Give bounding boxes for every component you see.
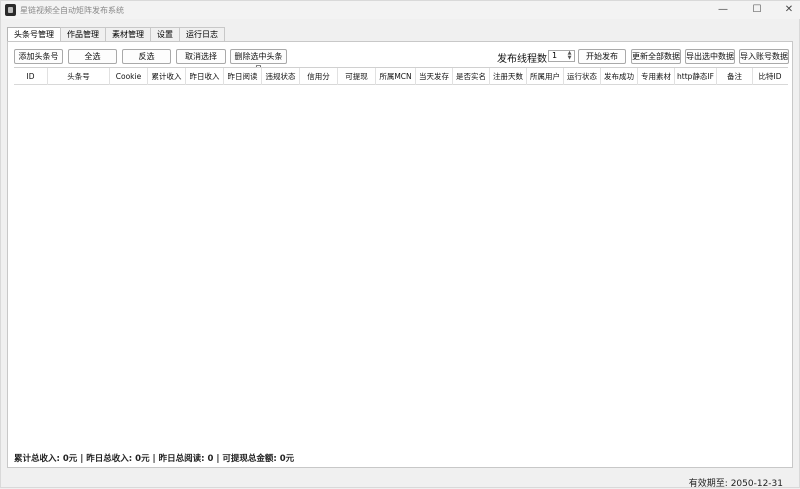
- column-header[interactable]: 信用分: [300, 68, 338, 85]
- select-all-button[interactable]: 全选: [68, 49, 117, 64]
- column-header[interactable]: 当天发存: [416, 68, 453, 85]
- close-icon[interactable]: ✕: [771, 1, 800, 19]
- tab-run-log[interactable]: 运行日志: [179, 27, 225, 41]
- thread-count-value: 1: [552, 51, 558, 60]
- accounts-table[interactable]: ID 头条号 Cookie 累计收入 昨日收入 昨日阅读 违规状态 信用分 可提…: [14, 67, 788, 445]
- window-title: 星链视频全自动矩阵发布系统: [20, 6, 124, 15]
- update-all-data-button[interactable]: 更新全部数据: [631, 49, 681, 64]
- thread-count-spinbox[interactable]: 1 ▲ ▼: [548, 50, 575, 62]
- import-accounts-button[interactable]: 导入账号数据: [739, 49, 789, 64]
- column-header[interactable]: 昨日阅读: [224, 68, 262, 85]
- app-logo-icon: [5, 4, 16, 16]
- spin-arrows-icon[interactable]: ▲ ▼: [566, 51, 573, 61]
- column-header[interactable]: 头条号: [48, 68, 110, 85]
- column-header[interactable]: 所属MCN: [376, 68, 416, 85]
- add-account-button[interactable]: 添加头条号: [14, 49, 63, 64]
- column-header[interactable]: 发布成功: [601, 68, 638, 85]
- cancel-selection-button[interactable]: 取消选择: [176, 49, 226, 64]
- column-header[interactable]: 是否实名: [453, 68, 490, 85]
- maximize-icon[interactable]: ☐: [739, 1, 775, 19]
- delete-selected-button[interactable]: 删除选中头条号: [230, 49, 287, 74]
- column-header[interactable]: 备注: [717, 68, 753, 85]
- tab-settings[interactable]: 设置: [150, 27, 180, 41]
- column-header[interactable]: http静态IF: [675, 68, 717, 85]
- expiry-date-label: 有效期至: 2050-12-31: [688, 479, 783, 489]
- summary-totals: 累计总收入: 0元 | 昨日总收入: 0元 | 昨日总阅读: 0 | 可提现总金…: [14, 454, 295, 464]
- tab-bar: 头条号管理 作品管理 素材管理 设置 运行日志: [7, 27, 225, 42]
- minimize-icon[interactable]: —: [705, 1, 741, 19]
- column-header[interactable]: 运行状态: [564, 68, 601, 85]
- table-header: ID 头条号 Cookie 累计收入 昨日收入 昨日阅读 违规状态 信用分 可提…: [14, 68, 788, 85]
- tab-material-management[interactable]: 素材管理: [105, 27, 151, 41]
- column-header[interactable]: 注册天数: [490, 68, 527, 85]
- column-header[interactable]: 比特ID: [753, 68, 787, 85]
- column-header[interactable]: 所属用户: [527, 68, 564, 85]
- column-header[interactable]: 累计收入: [148, 68, 186, 85]
- app-window: 星链视频全自动矩阵发布系统 — ☐ ✕ 头条号管理 作品管理 素材管理 设置 运…: [0, 0, 800, 489]
- title-bar: 星链视频全自动矩阵发布系统 — ☐ ✕: [1, 1, 800, 19]
- column-header[interactable]: 可提现: [338, 68, 376, 85]
- account-management-pane: 添加头条号 全选 反选 取消选择 删除选中头条号 发布线程数: 1 ▲▼ 开始发…: [7, 41, 793, 468]
- thread-count-label: 发布线程数:: [497, 54, 551, 65]
- column-header[interactable]: 专用素材: [638, 68, 675, 85]
- start-publish-button[interactable]: 开始发布: [578, 49, 626, 64]
- tab-works-management[interactable]: 作品管理: [60, 27, 106, 41]
- column-header[interactable]: Cookie: [110, 68, 148, 85]
- column-header[interactable]: ID: [14, 68, 48, 85]
- export-selected-button[interactable]: 导出选中数据: [685, 49, 735, 64]
- invert-selection-button[interactable]: 反选: [122, 49, 171, 64]
- column-header[interactable]: 违规状态: [262, 68, 300, 85]
- tab-account-management[interactable]: 头条号管理: [7, 27, 61, 42]
- column-header[interactable]: 昨日收入: [186, 68, 224, 85]
